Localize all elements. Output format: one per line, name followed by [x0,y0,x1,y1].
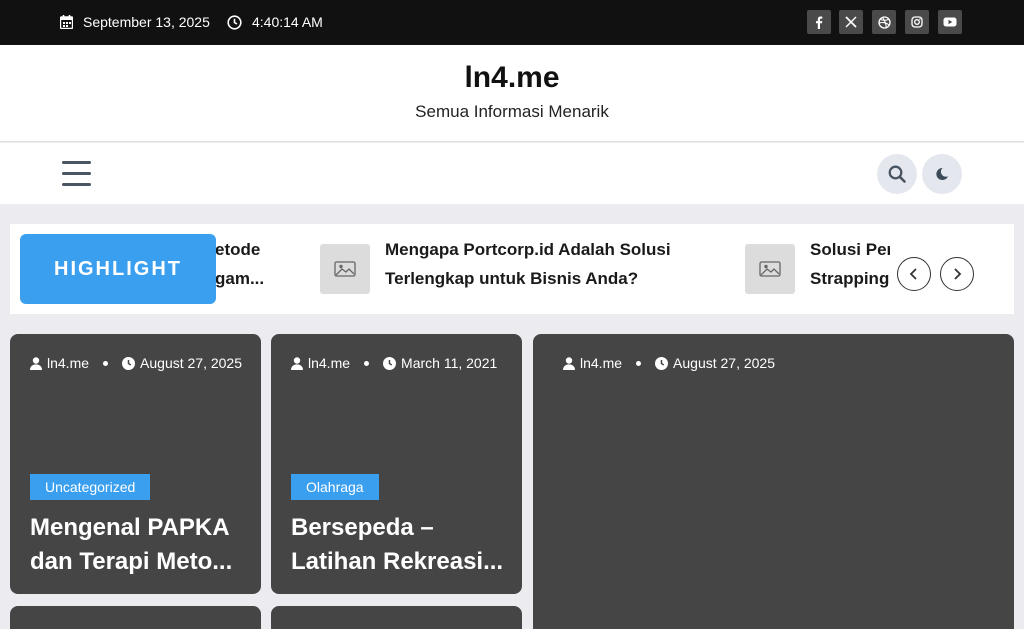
instagram-icon[interactable] [905,10,929,34]
main-navigation [0,143,1024,204]
post-title[interactable]: Mengenal PAPKA dan Terapi Meto... [30,511,243,579]
post-meta: ln4.me March 11, 2021 [291,355,497,371]
post-card[interactable]: ln4.me August 27, 2025 Uncategorized Men… [10,334,261,594]
x-icon[interactable] [839,10,863,34]
user-icon [30,356,42,370]
post-date[interactable]: August 27, 2025 [140,355,242,371]
post-meta: ln4.me August 27, 2025 [30,355,242,371]
search-button[interactable] [877,154,917,194]
chevron-right-icon [954,268,962,280]
current-date: September 13, 2025 [60,14,210,30]
post-author[interactable]: ln4.me [308,355,350,371]
image-placeholder-icon [334,261,356,277]
highlight-ticker: etode gam... Mengapa Portcorp.id Adalah … [10,224,1014,314]
post-date[interactable]: August 27, 2025 [673,355,775,371]
moon-icon [936,167,948,180]
image-placeholder-icon [759,261,781,277]
ticker-item-thumbnail[interactable] [745,244,795,294]
menu-toggle-icon[interactable] [62,159,91,186]
featured-post-card[interactable]: ln4.me August 27, 2025 [533,334,1014,629]
category-badge[interactable]: Uncategorized [30,474,151,500]
post-card[interactable]: ln4.me March 11, 2021 Olahraga Bersepeda… [271,334,522,594]
current-time: 4:40:14 AM [227,14,323,30]
clock-icon [383,356,397,370]
ticker-item-thumbnail[interactable] [320,244,370,294]
clock-icon [227,14,242,30]
ticker-item-title[interactable]: Mengapa Portcorp.id Adalah Solusi Terlen… [385,235,710,293]
site-title[interactable]: ln4.me [0,61,1024,95]
user-icon [563,356,575,370]
post-author[interactable]: ln4.me [580,355,622,371]
post-author[interactable]: ln4.me [47,355,89,371]
top-bar: September 13, 2025 4:40:14 AM [0,0,1024,45]
post-card[interactable] [271,606,522,629]
site-header: ln4.me Semua Informasi Menarik [0,45,1024,142]
clock-icon [122,356,136,370]
time-text: 4:40:14 AM [252,14,323,30]
dribbble-icon[interactable] [872,10,896,34]
clock-icon [655,356,669,370]
search-icon [888,165,906,183]
highlight-label: HIGHLIGHT [20,234,216,304]
category-badge[interactable]: Olahraga [291,474,379,500]
ticker-item-title[interactable]: Solusi Per Strapping [810,235,890,293]
date-text: September 13, 2025 [83,14,210,30]
calendar-icon [60,15,73,29]
post-card[interactable] [10,606,261,629]
ticker-prev-button[interactable] [897,257,931,291]
ticker-next-button[interactable] [940,257,974,291]
chevron-left-icon [909,268,917,280]
youtube-icon[interactable] [938,10,962,34]
post-title[interactable]: Bersepeda – Latihan Rekreasi... [291,511,504,579]
facebook-icon[interactable] [807,10,831,34]
ticker-item-title[interactable]: etode gam... [215,235,305,293]
dark-mode-toggle[interactable] [922,154,962,194]
post-meta: ln4.me August 27, 2025 [563,355,775,371]
user-icon [291,356,303,370]
site-tagline: Semua Informasi Menarik [415,102,609,121]
post-date[interactable]: March 11, 2021 [401,355,497,371]
